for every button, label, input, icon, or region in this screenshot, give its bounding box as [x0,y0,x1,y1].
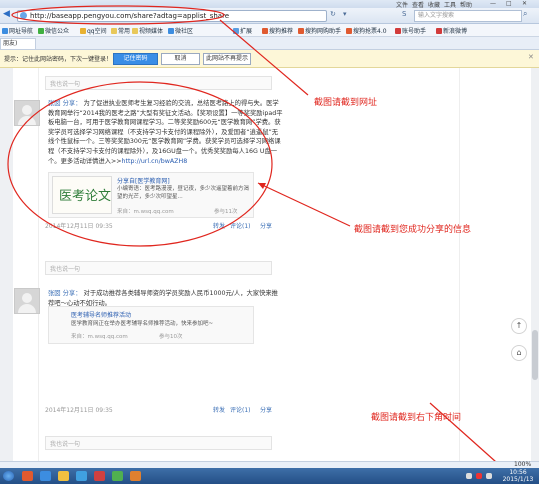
volume-icon[interactable] [486,473,492,479]
tray-icon[interactable] [466,473,472,479]
zoom-level[interactable]: 100% [514,461,531,468]
url-arrow [219,19,309,96]
url-ellipse [11,5,225,25]
taskbar: 10:56 2015/1/13 [0,468,539,484]
taskbar-app-icon[interactable] [94,471,105,481]
start-icon[interactable] [3,471,14,481]
clock-time: 10:56 [509,469,527,476]
clock-date: 2015/1/13 [502,476,534,483]
share-arrow [257,182,351,227]
annotation-url: 截图请截到网址 [314,98,378,108]
annotation-share: 截图请截到您成功分享的信息 [354,225,472,235]
taskbar-app-icon[interactable] [76,471,87,481]
taskbar-app-icon[interactable] [112,471,123,481]
taskbar-app-icon[interactable] [58,471,69,481]
tray-icon[interactable] [476,473,482,479]
taskbar-app-icon[interactable] [40,471,51,481]
taskbar-app-icon[interactable] [130,471,141,481]
share-ellipse [7,81,273,247]
annotation-time: 截图请截到右下角时间 [371,413,462,423]
taskbar-clock[interactable]: 10:56 2015/1/13 [500,469,536,483]
taskbar-app-icon[interactable] [22,471,33,481]
